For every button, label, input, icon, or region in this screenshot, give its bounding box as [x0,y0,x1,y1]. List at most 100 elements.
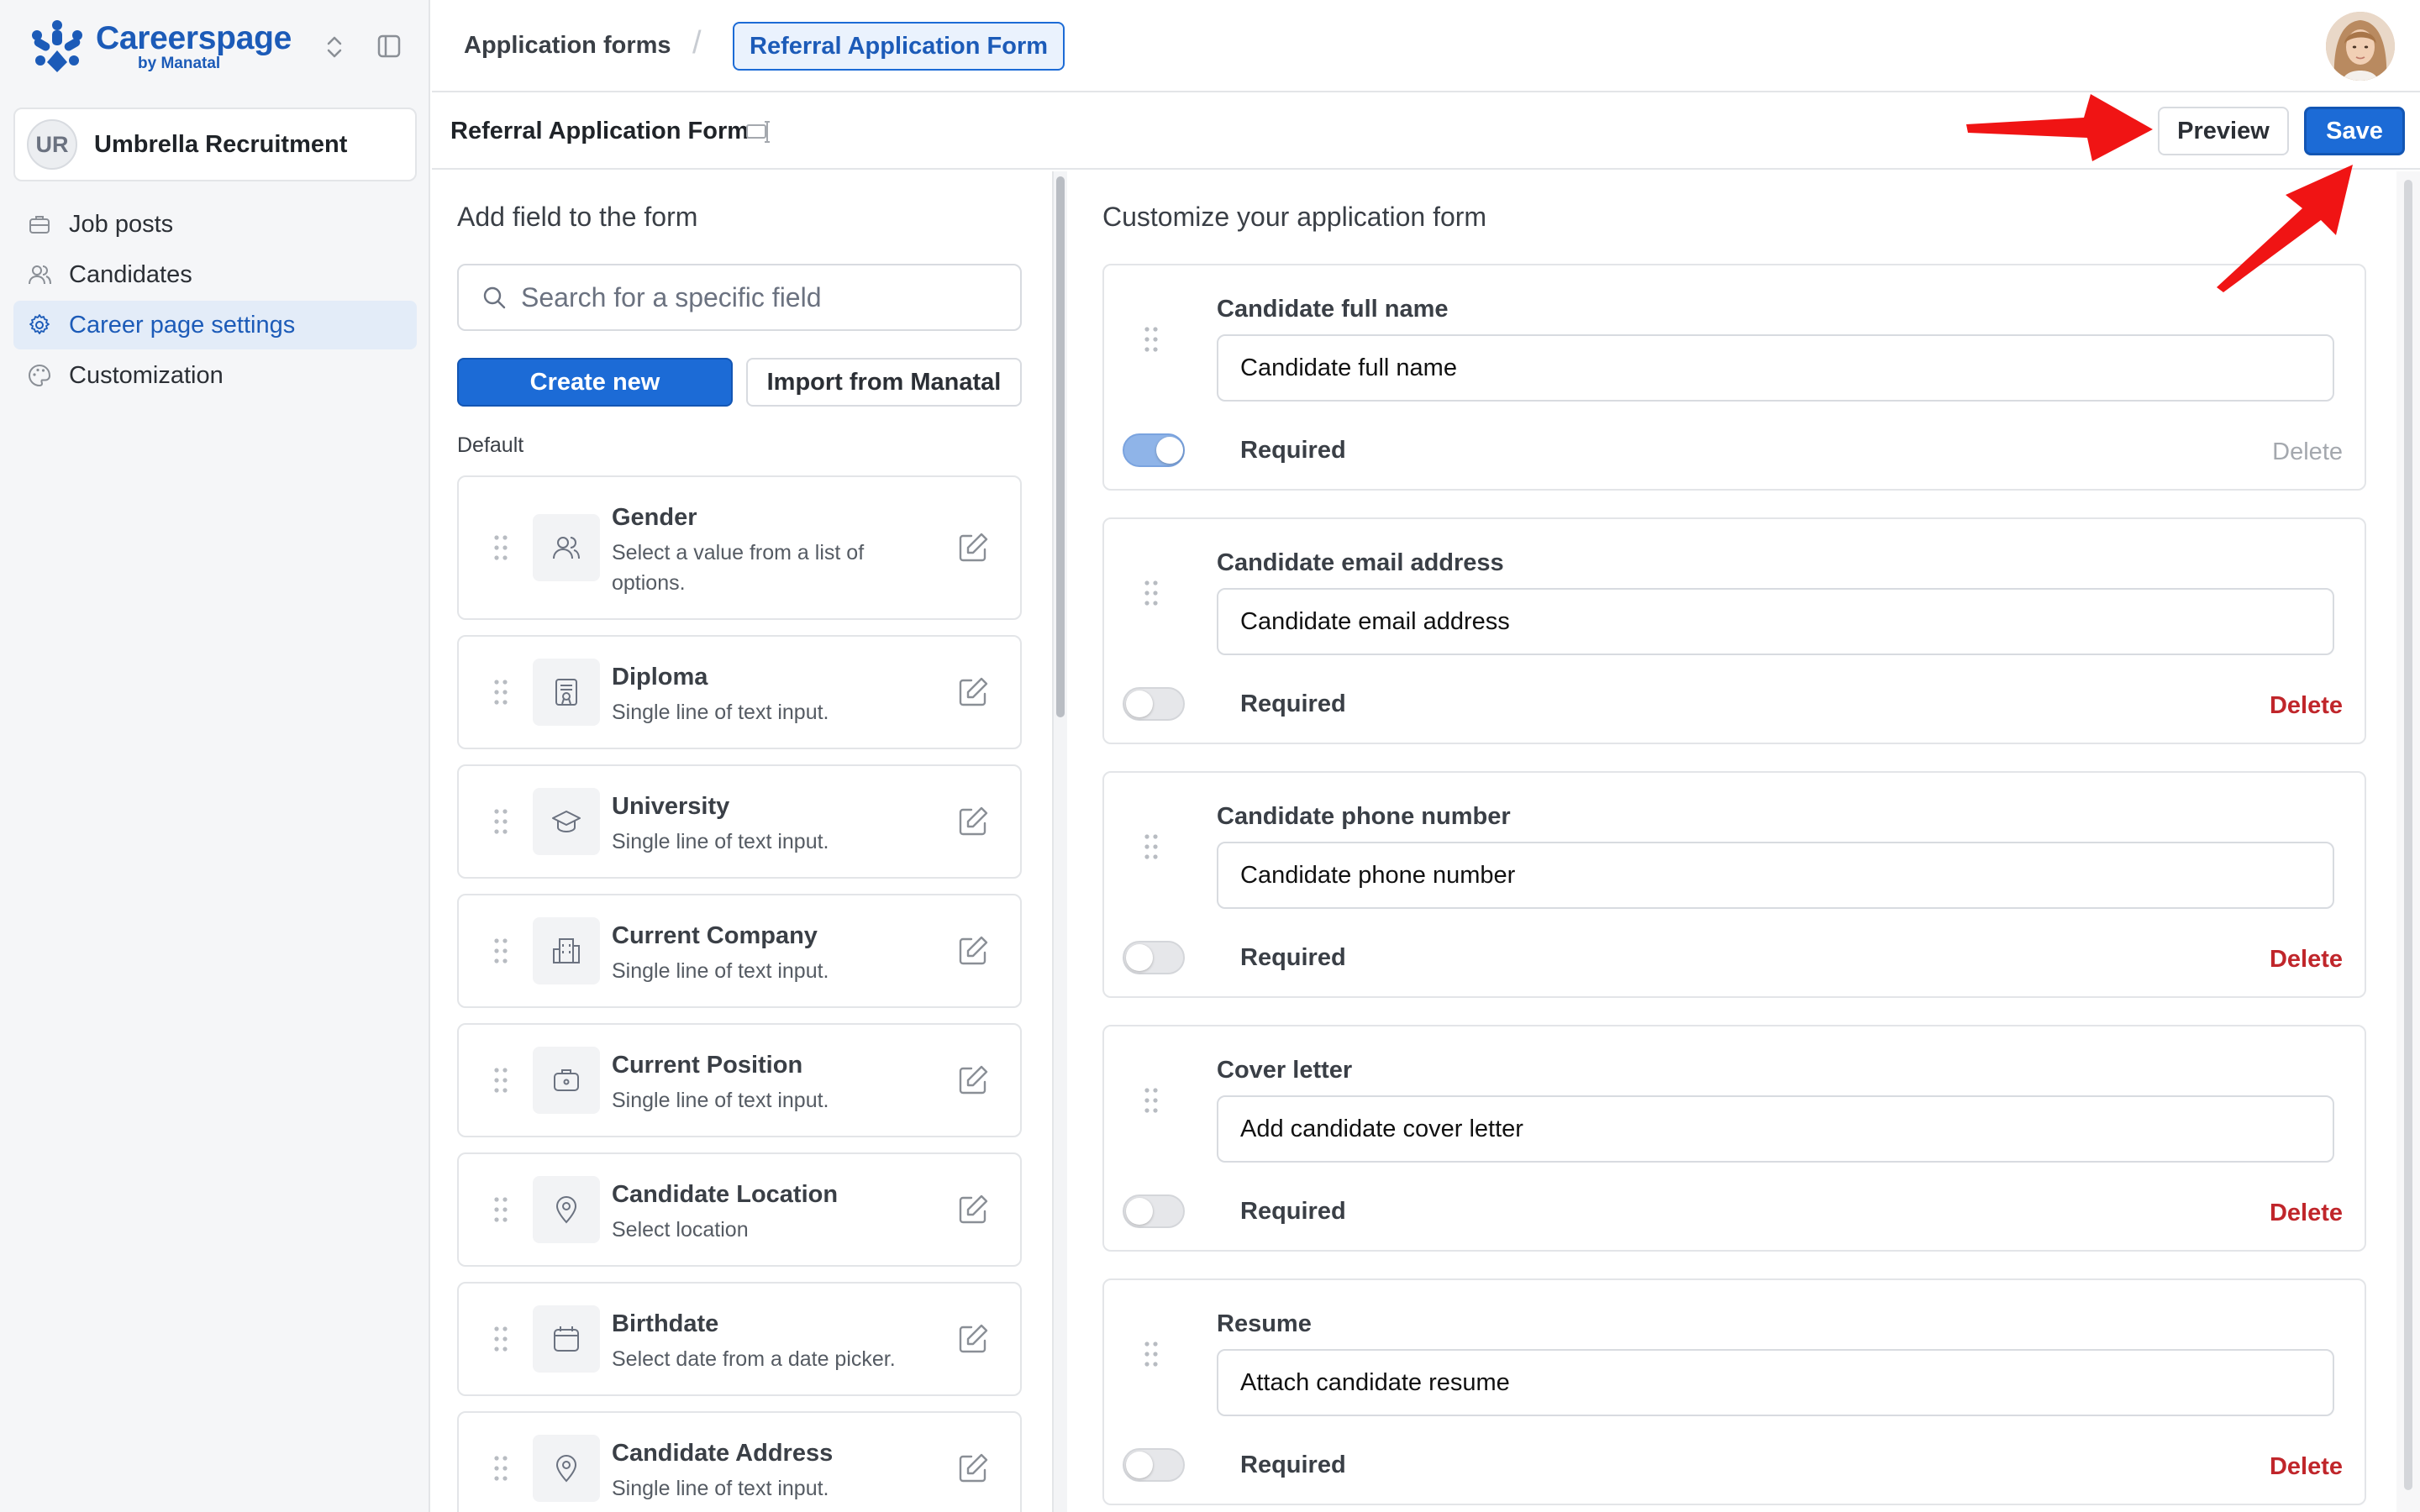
form-field-candidate-email-address[interactable]: Candidate email address Required Delete [1102,517,2366,744]
required-toggle[interactable] [1123,1194,1185,1228]
required-toggle[interactable] [1123,433,1185,467]
save-button[interactable]: Save [2304,107,2405,155]
import-from-manatal-button[interactable]: Import from Manatal [746,358,1022,407]
delete-button[interactable]: Delete [2272,438,2343,466]
field-item-gender[interactable]: Gender Select a value from a list of opt… [457,475,1022,620]
field-item-current-company[interactable]: Current Company Single line of text inpu… [457,894,1022,1008]
form-field-input[interactable] [1217,842,2334,909]
scrollbar-thumb[interactable] [2404,180,2412,1490]
drag-handle-icon[interactable] [1143,1339,1160,1369]
required-toggle[interactable] [1123,1448,1185,1482]
edit-icon[interactable] [956,1452,990,1485]
field-name: Birthdate [612,1310,719,1337]
form-field-label: Cover letter [1217,1057,1353,1084]
form-field-candidate-full-name[interactable]: Candidate full name Required Delete [1102,264,2366,491]
brand-logo[interactable]: Careerspage by Manatal [29,17,292,77]
edit-icon[interactable] [956,934,990,968]
delete-button[interactable]: Delete [2270,946,2343,974]
required-toggle[interactable] [1123,687,1185,721]
form-field-input[interactable] [1217,1349,2334,1416]
graduation-cap-icon [552,811,581,833]
palette-icon [29,364,51,387]
form-field-placeholder-input[interactable] [1240,1368,2299,1397]
briefcase-icon [554,1069,579,1091]
organization-switcher[interactable]: UR Umbrella Recruitment [13,108,417,181]
drag-handle-icon[interactable] [492,1324,509,1354]
drag-handle-icon[interactable] [492,533,509,563]
drag-handle-icon[interactable] [1143,324,1160,354]
form-field-placeholder-input[interactable] [1240,354,2299,382]
edit-icon[interactable] [956,675,990,709]
form-field-input[interactable] [1217,334,2334,402]
field-description: Single line of text input. [612,1089,829,1112]
form-field-label: Candidate full name [1217,296,1449,323]
form-field-input[interactable] [1217,588,2334,655]
required-label: Required [1240,1198,1346,1225]
form-field-placeholder-input[interactable] [1240,861,2299,890]
sidebar-item-label: Customization [69,361,224,389]
delete-button[interactable]: Delete [2270,692,2343,720]
edit-icon[interactable] [956,1193,990,1226]
edit-icon[interactable] [956,805,990,838]
sidebar-item-customization[interactable]: Customization [13,351,417,400]
field-name: Candidate Address [612,1440,834,1467]
field-search[interactable] [457,264,1022,331]
form-field-cover-letter[interactable]: Cover letter Required Delete [1102,1025,2366,1252]
field-item-candidate-location[interactable]: Candidate Location Select location [457,1152,1022,1267]
field-item-current-position[interactable]: Current Position Single line of text inp… [457,1023,1022,1137]
delete-button[interactable]: Delete [2270,1453,2343,1481]
search-input[interactable] [521,281,992,313]
form-field-resume[interactable]: Resume Required Delete [1102,1278,2366,1505]
field-description: Select date from a date picker. [612,1347,896,1371]
delete-button[interactable]: Delete [2270,1200,2343,1227]
breadcrumb-application-forms[interactable]: Application forms [464,32,671,60]
field-description: Single line of text input. [612,830,829,853]
scrollbar-thumb[interactable] [1056,176,1065,717]
form-field-placeholder-input[interactable] [1240,1115,2299,1143]
map-pin-icon [555,1196,577,1224]
form-field-candidate-phone-number[interactable]: Candidate phone number Required Delete [1102,771,2366,998]
drag-handle-icon[interactable] [1143,578,1160,608]
toggle-knob [1156,437,1183,464]
edit-icon[interactable] [956,1322,990,1356]
field-name: Diploma [612,664,708,690]
rename-icon[interactable] [744,118,773,146]
edit-icon[interactable] [956,1063,990,1097]
sidebar-item-career-page-settings[interactable]: Career page settings [13,301,417,349]
sidebar-toggle-icon[interactable] [376,34,402,59]
field-item-birthdate[interactable]: Birthdate Select date from a date picker… [457,1282,1022,1396]
field-item-candidate-address[interactable]: Candidate Address Single line of text in… [457,1411,1022,1512]
user-avatar[interactable] [2326,12,2395,81]
users-icon [553,537,580,559]
app: Careerspage by Manatal UR Umbrella Recru… [0,0,2420,1512]
toggle-knob [1126,1198,1153,1225]
drag-handle-icon[interactable] [492,1194,509,1225]
topbar: Application forms / Referral Application… [432,0,2420,92]
breadcrumb-current[interactable]: Referral Application Form [733,22,1065,71]
create-new-button[interactable]: Create new [457,358,733,407]
form-field-placeholder-input[interactable] [1240,607,2299,636]
field-panel-scrollbar[interactable] [1054,171,1067,1512]
sidebar-item-job-posts[interactable]: Job posts [13,200,417,249]
form-field-input[interactable] [1217,1095,2334,1163]
chevron-up-down-icon[interactable] [323,32,346,62]
preview-button[interactable]: Preview [2158,107,2289,155]
drag-handle-icon[interactable] [1143,1085,1160,1116]
drag-handle-icon[interactable] [492,1065,509,1095]
sidebar-item-label: Career page settings [69,311,296,339]
drag-handle-icon[interactable] [492,936,509,966]
gear-icon [29,314,50,334]
field-description: Single line of text input. [612,959,829,983]
field-item-university[interactable]: University Single line of text input. [457,764,1022,879]
sidebar-item-candidates[interactable]: Candidates [13,250,417,299]
briefcase-icon [29,216,50,234]
edit-icon[interactable] [956,531,990,564]
drag-handle-icon[interactable] [492,677,509,707]
drag-handle-icon[interactable] [1143,832,1160,862]
drag-handle-icon[interactable] [492,806,509,837]
field-item-diploma[interactable]: Diploma Single line of text input. [457,635,1022,749]
required-toggle[interactable] [1123,941,1185,974]
form-panel-scrollbar[interactable] [2396,171,2420,1512]
toggle-knob [1126,1452,1153,1478]
drag-handle-icon[interactable] [492,1453,509,1483]
